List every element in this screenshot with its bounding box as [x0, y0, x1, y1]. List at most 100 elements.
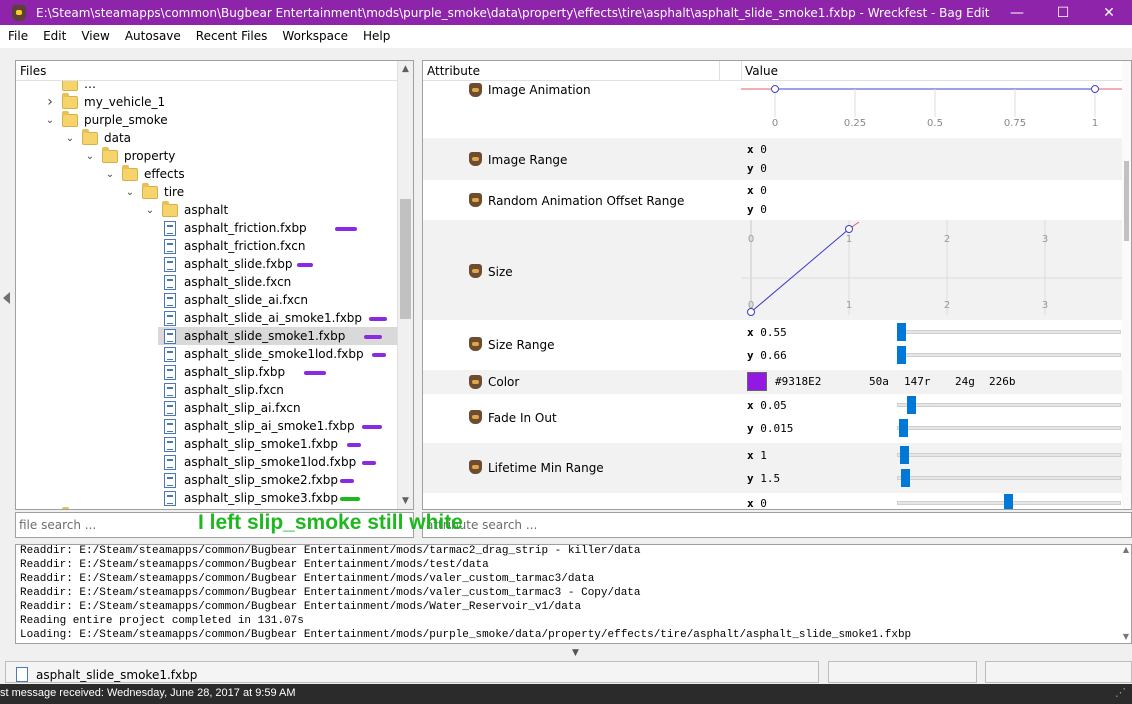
files-scrollbar[interactable]: ▲ ▼ [397, 61, 413, 509]
menu-workspace[interactable]: Workspace [274, 25, 355, 48]
menu-view[interactable]: View [73, 25, 116, 48]
tree-file[interactable]: asphalt_slide_smoke1.fxbp [158, 327, 398, 345]
tree-folder[interactable]: ⌄ tire [124, 182, 184, 201]
chevron-down-icon[interactable]: ⌄ [44, 115, 56, 126]
tree-file[interactable]: asphalt_slide_ai_smoke1.fxbp [164, 309, 362, 327]
column-divider[interactable] [719, 61, 720, 81]
attribute-search-input[interactable] [423, 513, 1131, 537]
y-value[interactable]: y 1.5 [747, 472, 780, 485]
tree-file[interactable]: asphalt_slide_ai.fxcn [164, 291, 308, 309]
x-slider-track[interactable] [897, 453, 1121, 457]
attribute-search-box[interactable] [422, 512, 1132, 538]
x-value[interactable]: x 0 [747, 143, 767, 156]
y-slider-handle[interactable] [899, 419, 908, 437]
chevron-down-icon[interactable]: ⌄ [64, 133, 76, 144]
chevron-down-icon[interactable]: ⌄ [144, 205, 156, 216]
tree-folder[interactable]: … [44, 81, 96, 93]
curve-point[interactable] [771, 85, 779, 93]
x-slider-track[interactable] [897, 403, 1121, 407]
resize-grip-icon[interactable]: ⋰ [1115, 684, 1126, 702]
attr-row-lifetime-min-range[interactable]: Lifetime Min Range x 1 y 1.5 [423, 443, 1131, 493]
tree-folder[interactable]: ⌄ purple_smoke [44, 110, 168, 129]
y-slider-track[interactable] [897, 426, 1121, 430]
chevron-down-icon[interactable]: ⌄ [124, 187, 136, 198]
chevron-right-icon[interactable]: › [44, 94, 56, 110]
tree-file[interactable]: asphalt_slide.fxcn [164, 273, 291, 291]
tree-folder[interactable]: ⌄ data [64, 128, 131, 147]
attr-row-partial[interactable]: x 0 [423, 493, 1131, 509]
attr-row-size-range[interactable]: Size Range x 0.55 y 0.66 [423, 320, 1131, 370]
x-value[interactable]: x 0 [747, 184, 767, 197]
menu-help[interactable]: Help [355, 25, 397, 48]
y-value[interactable]: y 0.015 [747, 422, 793, 435]
size-curve-graph[interactable]: 0 1 2 3 0 1 2 3 [741, 220, 1132, 320]
menu-file[interactable]: File [0, 25, 35, 48]
menu-autosave[interactable]: Autosave [117, 25, 188, 48]
tree-folder[interactable]: ›small_stadium_banger [44, 506, 219, 509]
tree-file[interactable]: asphalt_slip.fxcn [164, 381, 284, 399]
tree-file[interactable]: asphalt_slip_smoke1lod.fxbp [164, 453, 356, 471]
scroll-thumb[interactable] [400, 199, 411, 319]
panel-splitter-icon[interactable]: ▼ [572, 648, 579, 658]
x-value[interactable]: x 0 [747, 497, 767, 509]
color-green[interactable]: 24g [955, 375, 975, 388]
minimize-button[interactable]: — [994, 0, 1040, 25]
x-value[interactable]: x 0.05 [747, 399, 787, 412]
curve-point[interactable] [845, 225, 853, 233]
tree-file[interactable]: asphalt_slide_smoke1lod.fxbp [164, 345, 364, 363]
tree-file[interactable]: asphalt_friction.fxbp [164, 219, 307, 237]
menu-recent-files[interactable]: Recent Files [188, 25, 275, 48]
attr-row-random-animation-offset-range[interactable]: Random Animation Offset Range x 0 y 0 [423, 180, 1131, 220]
close-button[interactable]: ✕ [1086, 0, 1132, 25]
chevron-down-icon[interactable]: ⌄ [104, 169, 116, 180]
color-swatch[interactable] [747, 372, 767, 391]
tree-folder[interactable]: ⌄ property [84, 146, 175, 165]
color-alpha[interactable]: 50a [869, 375, 889, 388]
x-slider-handle[interactable] [900, 446, 909, 464]
chevron-down-icon[interactable]: ⌄ [84, 151, 96, 162]
x-slider-handle[interactable] [1004, 494, 1013, 509]
x-slider-handle[interactable] [907, 396, 916, 414]
x-value[interactable]: x 1 [747, 449, 767, 462]
y-slider-handle[interactable] [897, 346, 906, 364]
attribute-scrollbar[interactable] [1122, 61, 1131, 509]
log-scroll-down-icon[interactable]: ▼ [1123, 632, 1129, 641]
tree-file[interactable]: asphalt_friction.fxcn [164, 237, 305, 255]
tree-file[interactable]: asphalt_slide.fxbp [164, 255, 293, 273]
tree-file[interactable]: asphalt_slip.fxbp [164, 363, 285, 381]
scroll-up-icon[interactable]: ▲ [398, 61, 413, 77]
color-red[interactable]: 147r [904, 375, 931, 388]
collapse-left-icon[interactable] [3, 292, 10, 304]
value-column-header[interactable]: Value [745, 64, 778, 78]
x-slider-handle[interactable] [897, 323, 906, 341]
tree-folder[interactable]: ⌄ asphalt [144, 200, 228, 219]
attr-row-fade-in-out[interactable]: Fade In Out x 0.05 y 0.015 [423, 394, 1131, 443]
tree-file[interactable]: asphalt_slip_ai.fxcn [164, 399, 301, 417]
maximize-button[interactable]: ☐ [1040, 0, 1086, 25]
y-value[interactable]: y 0.66 [747, 349, 787, 362]
menu-edit[interactable]: Edit [35, 25, 73, 48]
curve-point[interactable] [1091, 85, 1099, 93]
y-value[interactable]: y 0 [747, 203, 767, 216]
scroll-down-icon[interactable]: ▼ [398, 493, 413, 509]
scroll-thumb[interactable] [1124, 161, 1129, 241]
tree-file[interactable]: asphalt_slip_smoke2.fxbp [164, 471, 338, 489]
tree-file[interactable]: asphalt_slip_smoke1.fxbp [164, 435, 338, 453]
attr-row-size[interactable]: Size 0 1 2 3 0 1 2 3 [423, 220, 1132, 320]
color-blue[interactable]: 226b [989, 375, 1016, 388]
y-value[interactable]: y 0 [747, 162, 767, 175]
tree-folder[interactable]: › my_vehicle_1 [44, 92, 165, 111]
y-slider-track[interactable] [897, 353, 1121, 357]
y-slider-track[interactable] [897, 476, 1121, 480]
attr-row-image-range[interactable]: Image Range x 0 y 0 [423, 138, 1131, 180]
image-animation-curve[interactable]: 0 0.25 0.5 0.75 1 [741, 81, 1132, 138]
chevron-right-icon[interactable]: › [44, 508, 56, 509]
y-slider-handle[interactable] [901, 469, 910, 487]
attr-row-image-animation[interactable]: Image Animation 0 0.25 0.5 0.75 1 [423, 81, 1132, 138]
log-output[interactable]: Readdir: E:/Steam/steamapps/common/Bugbe… [15, 544, 1132, 644]
tree-file[interactable]: asphalt_slip_ai_smoke1.fxbp [164, 417, 355, 435]
attr-row-color[interactable]: Color #9318E2 50a 147r 24g 226b [423, 370, 1131, 394]
attribute-column-header[interactable]: Attribute [427, 64, 480, 78]
tree-file[interactable]: asphalt_slip_smoke3.fxbp [164, 489, 338, 507]
x-value[interactable]: x 0.55 [747, 326, 787, 339]
